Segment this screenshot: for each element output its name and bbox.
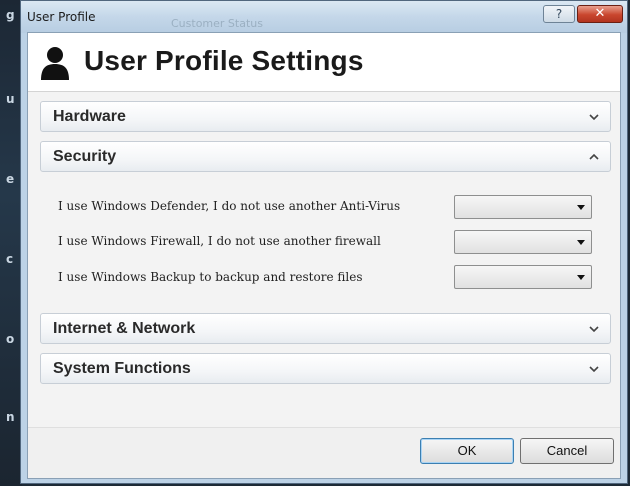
security-item-label: I use Windows Firewall, I do not use ano…	[58, 234, 381, 248]
ok-button[interactable]: OK	[420, 438, 514, 464]
help-button[interactable]: ?	[543, 5, 575, 23]
section-hardware[interactable]: Hardware	[40, 101, 611, 132]
desktop-text-fragment: n	[6, 410, 15, 424]
dialog-footer: OK Cancel	[28, 427, 620, 478]
defender-select[interactable]	[454, 195, 592, 219]
section-system-functions[interactable]: System Functions	[40, 353, 611, 384]
dropdown-arrow-icon	[577, 275, 585, 280]
desktop-text-fragment: o	[6, 332, 15, 346]
firewall-select[interactable]	[454, 230, 592, 254]
user-icon	[41, 47, 69, 80]
desktop-text-fragment: e	[6, 172, 15, 186]
desktop-background: g u e c o n	[0, 0, 22, 486]
desktop-text-fragment: g	[6, 8, 15, 22]
section-security[interactable]: Security	[40, 141, 611, 172]
section-label: Hardware	[53, 108, 126, 125]
page-title: User Profile Settings	[84, 45, 364, 76]
cancel-button[interactable]: Cancel	[520, 438, 614, 464]
backup-select[interactable]	[454, 265, 592, 289]
window-title: User Profile	[27, 10, 96, 24]
chevron-down-icon	[589, 114, 599, 121]
security-item-label: I use Windows Backup to backup and resto…	[58, 270, 363, 284]
chevron-down-icon	[589, 366, 599, 373]
close-button[interactable]: ✕	[577, 5, 623, 23]
title-bar[interactable]: User Profile Customer Status ? ✕	[21, 1, 627, 33]
dialog-content: User Profile Settings Hardware Security …	[27, 32, 621, 479]
background-window-title: Customer Status	[171, 17, 263, 30]
dialog-header: User Profile Settings	[28, 33, 620, 92]
chevron-up-icon	[589, 153, 599, 160]
desktop-text-fragment: c	[6, 252, 14, 266]
section-label: Internet & Network	[53, 320, 196, 337]
section-label: Security	[53, 148, 117, 165]
user-profile-dialog: User Profile Customer Status ? ✕ User Pr…	[20, 0, 628, 484]
dropdown-arrow-icon	[577, 240, 585, 245]
dropdown-arrow-icon	[577, 205, 585, 210]
desktop-text-fragment: u	[6, 92, 15, 106]
chevron-down-icon	[589, 326, 599, 333]
security-item-label: I use Windows Defender, I do not use ano…	[58, 199, 401, 213]
section-internet-network[interactable]: Internet & Network	[40, 313, 611, 344]
section-label: System Functions	[53, 360, 191, 377]
